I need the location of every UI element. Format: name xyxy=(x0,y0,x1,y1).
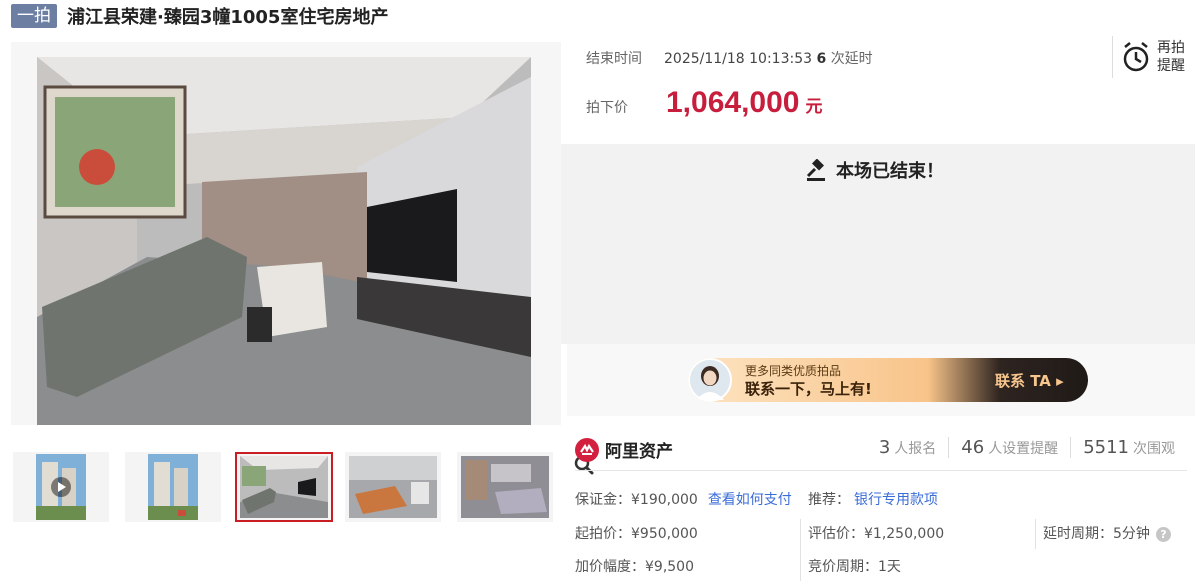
stat-number: 46 xyxy=(961,437,985,458)
platform-name: 阿里资产 xyxy=(605,442,673,462)
bedroom-thumb xyxy=(349,456,437,518)
auction-ended-box: 本场已结束！ xyxy=(561,144,1195,344)
building-photo-thumb xyxy=(36,454,86,520)
auction-ended-message: 本场已结束！ xyxy=(806,157,944,183)
stat-label: 人报名 xyxy=(894,441,937,457)
extension-label: 次延时 xyxy=(830,51,873,67)
page-title: 浦江县荣建·臻园3幢1005室住宅房地产 xyxy=(67,7,389,28)
help-icon[interactable]: ? xyxy=(1155,526,1171,542)
thumbnail-video[interactable] xyxy=(13,452,109,522)
deposit-info: 保证金：¥190,000 查看如何支付 xyxy=(575,489,792,509)
arrow-right-icon: ▸ xyxy=(1056,372,1064,390)
title-row: 一拍 浦江县荣建·臻园3幢1005室住宅房地产 xyxy=(11,3,388,29)
stat-reminders: 46 人设置提醒 xyxy=(948,437,1070,458)
delay-period: 延时周期：5分钟 xyxy=(1043,526,1150,542)
divider xyxy=(1035,519,1036,549)
start-price: 起拍价：¥950,000 xyxy=(575,526,698,542)
delay-period-info: 延时周期：5分钟? xyxy=(1043,523,1171,543)
bank-funds-link[interactable]: 银行专用款项 xyxy=(854,492,938,508)
alarm-clock-icon xyxy=(1123,42,1149,72)
main-photo[interactable] xyxy=(11,42,594,475)
bid-period: 竞价周期：1天 xyxy=(808,559,901,575)
final-price-value: 1,064,000 xyxy=(666,86,800,119)
thumbnail-bedroom[interactable] xyxy=(345,452,441,522)
stat-label: 次围观 xyxy=(1133,441,1175,457)
end-time-label: 结束时间 xyxy=(586,51,642,67)
platform-logo[interactable]: 阿里资产 xyxy=(575,437,673,462)
recommend-label: 推荐： xyxy=(808,492,850,508)
final-price-row: 拍下价 1,064,000 元 xyxy=(586,86,822,120)
end-time-value: 2025/11/18 10:13:53 xyxy=(664,51,813,67)
appraisal-price: 评估价：¥1,250,000 xyxy=(808,526,945,542)
contact-banner-pill[interactable]: 更多同类优质拍品 联系一下，马上有! 联系 TA ▸ xyxy=(688,358,1088,402)
end-time-row: 结束时间 2025/11/18 10:13:53 6 次延时 xyxy=(586,48,873,68)
recommend-info: 推荐： 银行专用款项 xyxy=(808,489,938,509)
ali-logo-icon xyxy=(575,437,599,462)
gavel-icon xyxy=(806,159,825,181)
final-price-label: 拍下价 xyxy=(586,100,628,116)
living-room-photo xyxy=(37,57,531,425)
agent-avatar xyxy=(688,358,732,402)
extension-info: 6 次延时 xyxy=(816,51,872,67)
bid-increment: 加价幅度：¥9,500 xyxy=(575,559,694,575)
banner-title: 联系一下，马上有! xyxy=(745,380,872,398)
deposit-value: 保证金：¥190,000 xyxy=(575,492,698,508)
thumbnail-building[interactable] xyxy=(125,452,221,522)
stat-label: 人设置提醒 xyxy=(988,441,1059,457)
final-price-unit: 元 xyxy=(805,97,823,117)
contact-ta-button[interactable]: 联系 TA ▸ xyxy=(995,370,1064,391)
remind-label: 再拍提醒 xyxy=(1157,40,1185,74)
how-to-pay-link[interactable]: 查看如何支付 xyxy=(708,492,792,508)
bedroom-2-thumb xyxy=(461,456,549,518)
thumbnail-bedroom-2[interactable] xyxy=(457,452,553,522)
stat-number: 3 xyxy=(878,437,891,458)
agent-photo xyxy=(690,360,730,400)
divider xyxy=(800,519,801,581)
contact-banner[interactable]: 更多同类优质拍品 联系一下，马上有! 联系 TA ▸ xyxy=(567,344,1195,416)
thumbnail-strip xyxy=(11,452,561,522)
stat-registrations: 3 人报名 xyxy=(867,437,948,458)
stat-views: 5511 次围观 xyxy=(1070,437,1187,458)
banner-subtitle: 更多同类优质拍品 xyxy=(745,364,842,378)
auction-round-tag: 一拍 xyxy=(11,4,57,28)
stat-number: 5511 xyxy=(1083,437,1129,458)
remind-button[interactable]: 再拍提醒 xyxy=(1112,36,1195,78)
auction-stats: 3 人报名 46 人设置提醒 5511 次围观 xyxy=(867,437,1187,458)
living-room-thumb xyxy=(240,456,328,518)
extension-count: 6 xyxy=(816,51,827,67)
auction-ended-text: 本场已结束！ xyxy=(836,161,944,182)
contact-ta-label: 联系 TA xyxy=(995,372,1051,390)
building-photo-thumb xyxy=(148,454,198,520)
platform-stats-row: 阿里资产 3 人报名 46 人设置提醒 5511 次围观 xyxy=(575,433,1187,471)
thumbnail-living-room[interactable] xyxy=(235,452,333,522)
